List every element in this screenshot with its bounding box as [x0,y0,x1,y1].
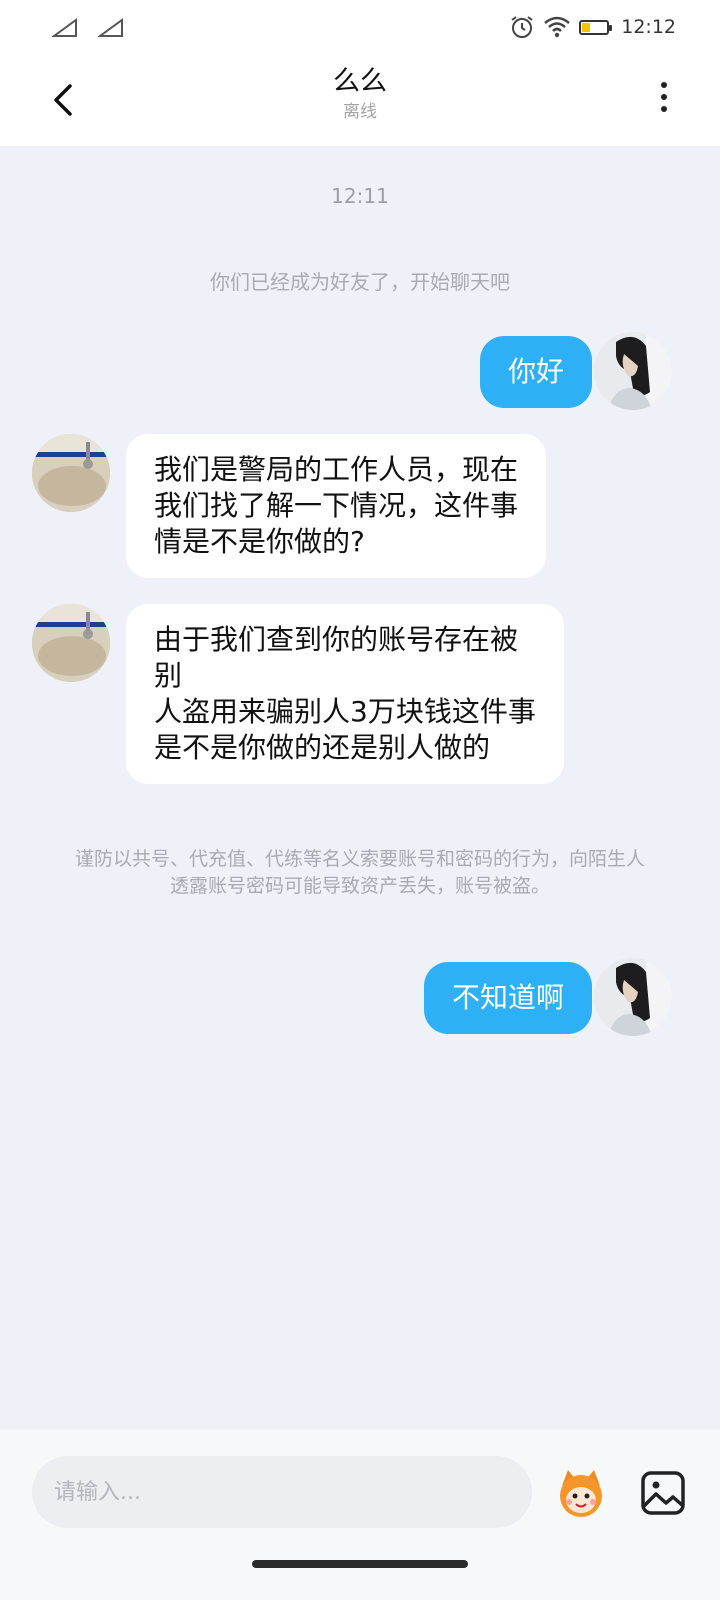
more-vertical-icon[interactable] [654,76,674,124]
avatar[interactable] [594,958,672,1036]
wifi-icon [544,16,571,38]
status-bar: 12:12 [0,0,720,56]
message-text: 不知道啊 [451,981,564,1014]
message-bubble-outgoing[interactable]: 不知道啊 [423,962,592,1034]
message-text: 人盗用来骗别人3万块钱这件事 [154,695,536,728]
contact-name: 么么 [333,66,387,97]
avatar[interactable] [32,434,110,512]
message-input[interactable] [32,1456,532,1528]
image-icon[interactable] [640,1470,686,1516]
message-text: 由于我们查到你的账号存在被 [154,623,519,656]
message-bubble-incoming[interactable]: 由于我们查到你的账号存在被 别 人盗用来骗别人3万块钱这件事 是不是你做的还是别… [126,604,564,784]
chat-timestamp: 12:11 [331,184,389,208]
home-indicator[interactable] [252,1560,468,1568]
message-text: 是不是你做的还是别人做的 [154,731,491,764]
battery-level [582,22,591,32]
contact-status: 离线 [343,102,377,122]
user-avatar-icon [594,958,672,1036]
status-time: 12:12 [621,16,676,38]
message-text: 我们是警局的工作人员，现在 [154,453,519,486]
avatar[interactable] [32,604,110,682]
battery-icon [579,19,613,35]
message-text: 别 [154,659,183,692]
message-bubble-incoming[interactable]: 我们是警局的工作人员，现在 我们找了解一下情况，这件事 情是不是你做的? [126,434,547,578]
contact-avatar-icon [32,604,110,682]
alarm-icon [511,16,533,38]
message-text: 我们找了解一下情况，这件事 [154,489,519,522]
emoji-mascot-icon[interactable] [554,1466,608,1520]
system-message: 你们已经成为好友了，开始聊天吧 [210,270,510,294]
avatar[interactable] [594,332,672,410]
user-avatar-icon [594,332,672,410]
signal-icon [98,18,123,37]
security-warning: 谨防以共号、代充值、代练等名义索要账号和密码的行为，向陌生人透露账号密码可能导致… [74,848,645,897]
message-text: 情是不是你做的? [154,525,365,558]
contact-avatar-icon [32,434,110,512]
input-bar [0,1430,720,1600]
message-text: 你好 [507,355,564,388]
chat-header: 么么 离线 [0,56,720,146]
signal-icon [52,18,77,37]
message-bubble-outgoing[interactable]: 你好 [479,336,592,408]
